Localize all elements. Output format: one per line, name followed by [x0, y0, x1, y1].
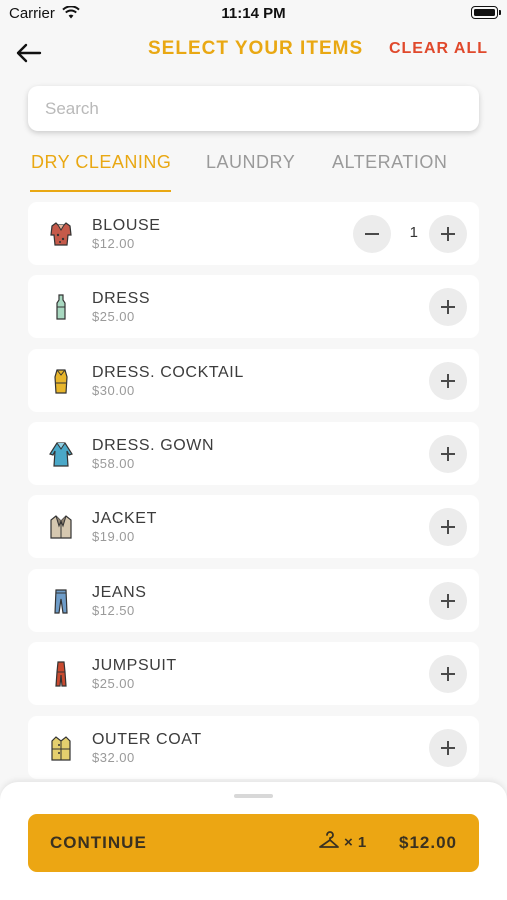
list-item: DRESS. GOWN $58.00: [28, 422, 479, 485]
add-item-button[interactable]: [429, 362, 467, 400]
add-item-button[interactable]: [429, 729, 467, 767]
item-price: $12.50: [92, 603, 135, 618]
item-name: DRESS. GOWN: [92, 437, 215, 454]
clear-all-button[interactable]: CLEAR ALL: [389, 40, 488, 58]
active-tab-indicator: [30, 190, 171, 192]
add-item-button[interactable]: [429, 508, 467, 546]
item-name: JACKET: [92, 510, 157, 527]
item-price: $25.00: [92, 676, 135, 691]
item-name: DRESS: [92, 290, 151, 307]
jumpsuit-icon: [55, 661, 67, 687]
hanger-icon: [319, 831, 339, 848]
list-item: JUMPSUIT $25.00: [28, 642, 479, 705]
category-tabs: DRY CLEANING LAUNDRY ALTERATION: [0, 152, 507, 194]
tab-alteration[interactable]: ALTERATION: [332, 152, 447, 173]
add-item-button[interactable]: [429, 655, 467, 693]
jacket-icon: [50, 515, 72, 539]
search-box: [28, 86, 479, 131]
item-price: $58.00: [92, 456, 135, 471]
add-item-button[interactable]: [429, 582, 467, 620]
list-item: JACKET $19.00: [28, 495, 479, 558]
back-arrow-icon: [16, 43, 42, 63]
item-price: $12.00: [92, 236, 135, 251]
item-name: OUTER COAT: [92, 731, 202, 748]
cart-summary-sheet: CONTINUE × 1 $12.00: [0, 782, 507, 900]
outer-coat-icon: [51, 736, 71, 761]
battery-icon: [471, 6, 501, 19]
clock: 11:14 PM: [221, 5, 286, 22]
dress-icon: [56, 294, 66, 320]
increase-quantity-button[interactable]: [429, 215, 467, 253]
item-price: $25.00: [92, 309, 135, 324]
list-item: JEANS $12.50: [28, 569, 479, 632]
list-item: DRESS $25.00: [28, 275, 479, 338]
search-input[interactable]: [28, 86, 479, 131]
add-item-button[interactable]: [429, 435, 467, 473]
tab-laundry[interactable]: LAUNDRY: [206, 152, 295, 173]
list-item: BLOUSE $12.00 1: [28, 202, 479, 265]
continue-label: CONTINUE: [50, 833, 147, 852]
cocktail-dress-icon: [54, 369, 68, 394]
sheet-drag-handle[interactable]: [234, 794, 273, 798]
item-name: DRESS. COCKTAIL: [92, 364, 244, 381]
item-name: JEANS: [92, 584, 147, 601]
status-bar: Carrier 11:14 PM: [0, 0, 507, 28]
item-name: BLOUSE: [92, 217, 161, 234]
item-price: $30.00: [92, 383, 135, 398]
tab-dry-cleaning[interactable]: DRY CLEANING: [31, 152, 171, 173]
total-price: $12.00: [399, 833, 457, 852]
item-price: $19.00: [92, 529, 135, 544]
jeans-icon: [54, 589, 68, 614]
decrease-quantity-button[interactable]: [353, 215, 391, 253]
page-title: SELECT YOUR ITEMS: [148, 38, 364, 59]
add-item-button[interactable]: [429, 288, 467, 326]
item-count: × 1: [344, 834, 367, 851]
gown-icon: [49, 442, 73, 467]
item-quantity: 1: [409, 224, 418, 241]
list-item: OUTER COAT $32.00: [28, 716, 479, 779]
blouse-icon: [50, 222, 72, 246]
item-price: $32.00: [92, 750, 135, 765]
list-item: DRESS. COCKTAIL $30.00: [28, 349, 479, 412]
item-name: JUMPSUIT: [92, 657, 177, 674]
continue-button[interactable]: CONTINUE × 1 $12.00: [28, 814, 479, 872]
back-button[interactable]: [14, 40, 44, 66]
